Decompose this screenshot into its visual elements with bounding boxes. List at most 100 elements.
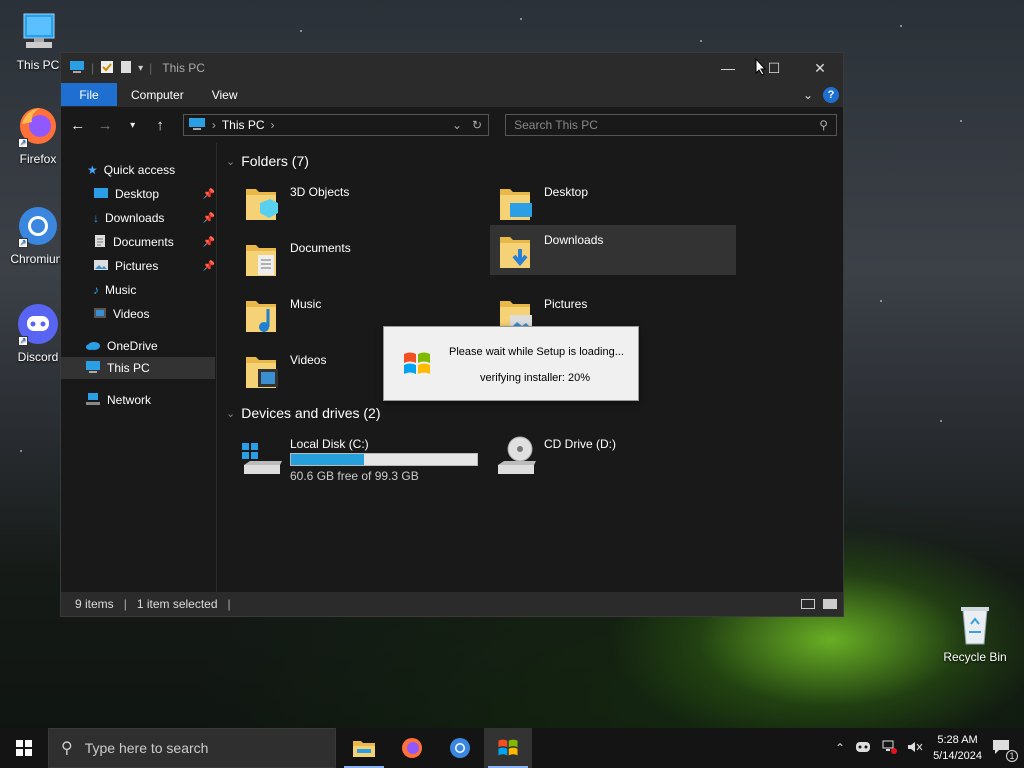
folder-desktop[interactable]: Desktop <box>490 177 736 227</box>
drive-cd-d[interactable]: CD Drive (D:) <box>490 431 690 481</box>
computer-icon <box>16 10 60 54</box>
folder-name: Music <box>290 297 322 311</box>
desktop-icon-recycle-bin[interactable]: Recycle Bin <box>940 602 1010 664</box>
expand-ribbon-icon[interactable]: ⌄ <box>803 88 813 102</box>
computer-icon <box>188 117 206 134</box>
search-input[interactable]: Search This PC ⚲ <box>505 114 838 136</box>
sidebar-item-downloads[interactable]: ↓ Downloads 📌 <box>93 207 215 229</box>
pictures-icon <box>93 258 109 275</box>
sidebar-item-videos[interactable]: Videos <box>93 303 149 325</box>
sidebar-item-pictures[interactable]: Pictures 📌 <box>93 255 215 277</box>
cd-drive-icon <box>494 435 538 480</box>
document-icon <box>93 234 107 251</box>
back-button[interactable]: ← <box>67 117 88 134</box>
taskbar-firefox[interactable] <box>388 728 436 768</box>
sidebar-item-onedrive[interactable]: OneDrive <box>85 335 158 357</box>
forward-button[interactable]: → <box>94 117 115 134</box>
up-button[interactable]: ↑ <box>149 117 170 134</box>
navigation-pane: ★ Quick access Desktop 📌 ↓ Downloads 📌 D… <box>61 143 217 593</box>
sidebar-item-desktop[interactable]: Desktop 📌 <box>93 183 215 205</box>
sidebar-item-quick-access[interactable]: ★ Quick access <box>87 159 175 181</box>
clock[interactable]: 5:28 AM 5/14/2024 <box>933 732 982 764</box>
collapse-chevron-icon[interactable]: ⌄ <box>226 155 235 168</box>
collapse-chevron-icon[interactable]: ⌄ <box>226 407 235 420</box>
search-placeholder: Search This PC <box>514 118 598 132</box>
search-icon: ⚲ <box>61 740 73 757</box>
sidebar-item-music[interactable]: ♪ Music <box>93 279 136 301</box>
chromium-icon <box>450 738 470 758</box>
sidebar-item-label: Quick access <box>103 163 176 177</box>
desktop-folder-icon <box>498 183 532 223</box>
recycle-bin-icon <box>953 602 997 646</box>
volume-muted-icon[interactable] <box>907 740 923 757</box>
clock-date: 5/14/2024 <box>933 750 982 762</box>
pin-icon[interactable]: 📌 <box>203 261 215 272</box>
pin-icon[interactable]: 📌 <box>203 237 215 248</box>
desktop-icon-label: This PC <box>16 58 60 72</box>
show-hidden-icons-icon[interactable]: ⌃ <box>835 741 845 755</box>
refresh-icon[interactable]: ↻ <box>472 118 482 132</box>
properties-icon[interactable] <box>100 60 114 77</box>
taskbar-file-explorer[interactable] <box>340 728 388 768</box>
ribbon-tabs: File Computer View ⌄ ? <box>61 83 843 107</box>
star-icon: ★ <box>87 163 98 177</box>
details-view-icon[interactable] <box>801 599 815 609</box>
folders-group-header[interactable]: ⌄ Folders (7) <box>226 153 309 169</box>
help-button[interactable]: ? <box>823 86 839 103</box>
mouse-cursor <box>755 57 767 79</box>
large-icons-view-icon[interactable] <box>823 599 837 609</box>
folder-name: Desktop <box>544 185 589 199</box>
pin-icon[interactable]: 📌 <box>203 189 215 200</box>
tab-file[interactable]: File <box>61 83 117 106</box>
address-history-icon[interactable]: ⌄ <box>452 118 462 132</box>
tab-view[interactable]: View <box>198 83 252 106</box>
sidebar-item-label: Videos <box>113 307 150 321</box>
sidebar-item-this-pc[interactable]: This PC <box>61 357 215 379</box>
drive-local-disk-c[interactable]: Local Disk (C:) 60.6 GB free of 99.3 GB <box>236 431 486 483</box>
setup-loading-dialog: Please wait while Setup is loading... ve… <box>383 326 639 401</box>
sidebar-item-network[interactable]: Network <box>85 389 151 411</box>
folder-name: 3D Objects <box>290 185 350 199</box>
close-button[interactable]: ✕ <box>797 53 843 83</box>
desktop-icon-label: Chromium <box>10 252 66 266</box>
3d-objects-folder-icon <box>244 183 278 223</box>
music-folder-icon <box>244 295 278 335</box>
folder-3d-objects[interactable]: 3D Objects <box>236 177 482 227</box>
sidebar-item-documents[interactable]: Documents 📌 <box>93 231 215 253</box>
dialog-status: verifying installer: 20% <box>480 372 591 384</box>
taskbar-search-input[interactable]: ⚲ Type here to search <box>48 728 336 768</box>
discord-tray-icon[interactable] <box>855 741 871 756</box>
taskbar-chromium[interactable] <box>436 728 484 768</box>
windows-logo-icon <box>402 349 432 379</box>
breadcrumb-chevron-icon[interactable]: › <box>212 118 216 132</box>
navigation-bar: ← → ▾ ↑ › This PC › ⌄ ↻ Search This PC ⚲ <box>61 107 843 143</box>
item-count: 9 items <box>75 597 114 611</box>
tab-computer[interactable]: Computer <box>117 83 198 106</box>
drives-group-header[interactable]: ⌄ Devices and drives (2) <box>226 405 381 421</box>
notifications-button[interactable]: 1 <box>992 739 1018 762</box>
folder-downloads[interactable]: Downloads <box>490 225 736 275</box>
drive-name: CD Drive (D:) <box>544 437 616 451</box>
sidebar-item-label: Network <box>107 393 152 407</box>
breadcrumb-chevron-icon[interactable]: › <box>271 118 275 132</box>
minimize-button[interactable]: — <box>705 53 751 83</box>
pin-icon[interactable]: 📌 <box>203 213 215 224</box>
music-note-icon: ♪ <box>93 283 99 297</box>
address-bar[interactable]: › This PC › ⌄ ↻ <box>182 114 490 136</box>
breadcrumb-this-pc[interactable]: This PC <box>222 118 265 132</box>
customize-quick-access-icon[interactable]: ▾ <box>138 63 143 74</box>
sidebar-item-label: Music <box>105 283 137 297</box>
cloud-icon <box>85 339 101 354</box>
network-disconnected-icon[interactable] <box>881 740 898 757</box>
start-button[interactable] <box>0 728 48 768</box>
shortcut-arrow-icon: ↗ <box>18 336 28 346</box>
new-folder-icon[interactable] <box>120 60 132 77</box>
recent-locations-button[interactable]: ▾ <box>122 120 143 131</box>
clock-time: 5:28 AM <box>937 734 978 746</box>
window-title: This PC <box>162 61 205 75</box>
taskbar-setup[interactable] <box>484 728 532 768</box>
documents-folder-icon <box>244 239 278 279</box>
folder-documents[interactable]: Documents <box>236 233 482 283</box>
taskbar: ⚲ Type here to search ⌃ 5:28 AM 5/14/202… <box>0 728 1024 768</box>
discord-icon: ↗ <box>16 302 60 346</box>
